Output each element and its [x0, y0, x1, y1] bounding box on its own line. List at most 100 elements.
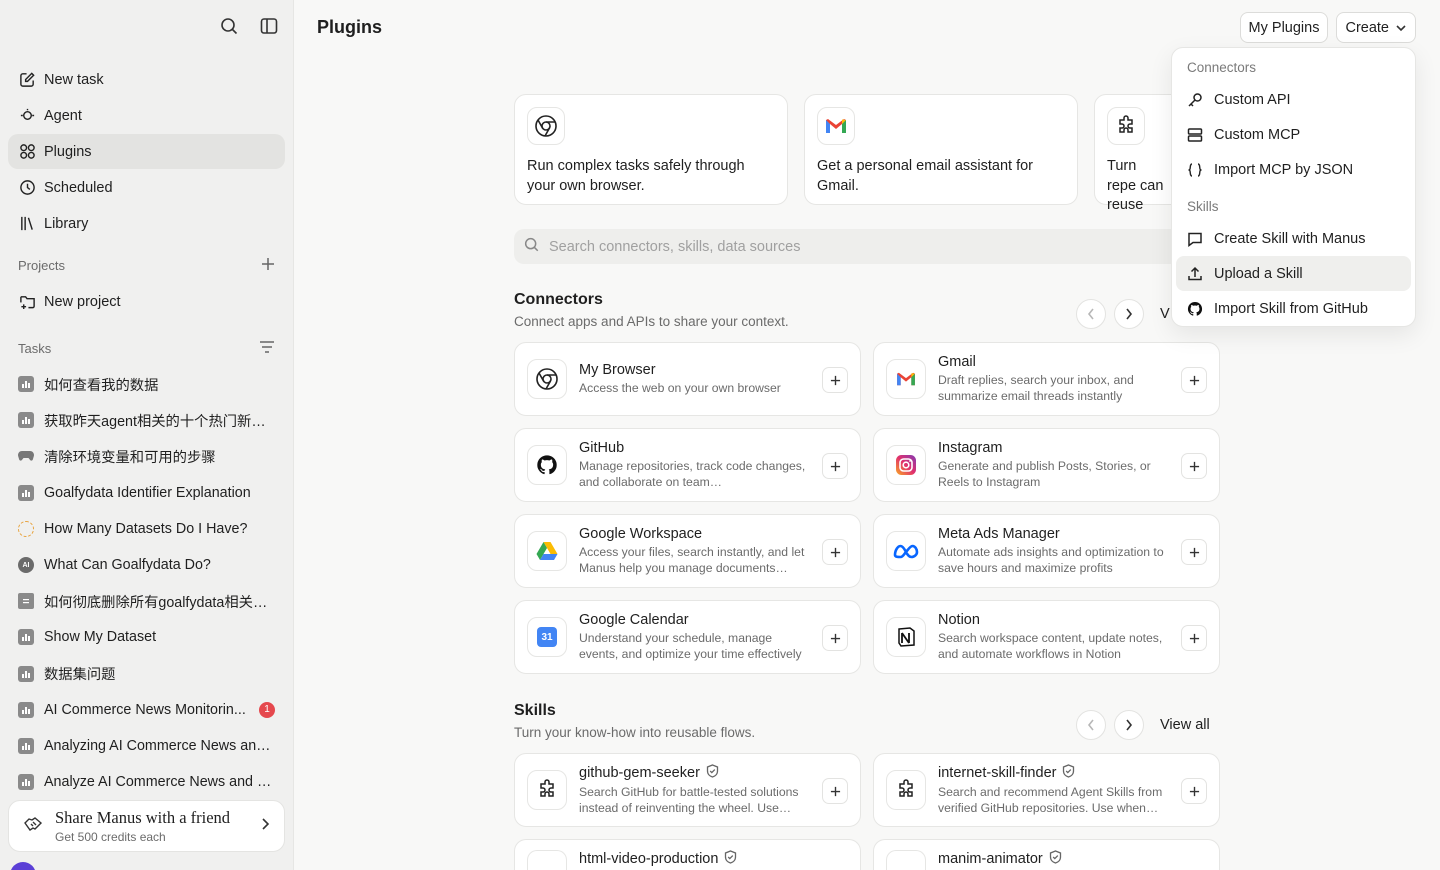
connector-name: Gmail	[938, 354, 976, 370]
create-button[interactable]: Create	[1336, 12, 1416, 43]
connector-name: Instagram	[938, 440, 1003, 456]
my-plugins-button[interactable]: My Plugins	[1239, 12, 1329, 43]
projects-header: Projects	[18, 257, 275, 274]
task-item[interactable]: How Many Datasets Do I Have?	[8, 511, 285, 547]
task-item[interactable]: 如何彻底删除所有goalfydata相关信息	[8, 583, 285, 619]
add-button[interactable]	[1181, 539, 1207, 565]
skill-card-github-gem-seeker[interactable]: github-gem-seeker Search GitHub for battl…	[514, 753, 861, 827]
menu-item-custom-api[interactable]: Custom API	[1176, 82, 1411, 117]
task-item[interactable]: Goalfydata Identifier Explanation	[8, 475, 285, 511]
share-title: Share Manus with a friend	[55, 808, 231, 827]
nav-plugins[interactable]: Plugins	[8, 134, 285, 169]
verified-icon	[1049, 850, 1062, 868]
connector-card-gmail[interactable]: Gmail Draft replies, search your inbox, a…	[873, 342, 1220, 416]
task-label: 清除环境变量和可用的步骤	[44, 449, 216, 466]
connector-name: Google Calendar	[579, 612, 689, 628]
add-button[interactable]	[822, 625, 848, 651]
menu-item-custom-mcp[interactable]: Custom MCP	[1176, 117, 1411, 152]
prev-button[interactable]	[1076, 710, 1106, 740]
connector-card-google-workspace[interactable]: Google Workspace Access your files, searc…	[514, 514, 861, 588]
connector-card-notion[interactable]: Notion Search workspace content, update n…	[873, 600, 1220, 674]
search-bar[interactable]	[514, 229, 1220, 264]
search-input[interactable]	[549, 238, 1149, 255]
task-item[interactable]: Analyzing AI Commerce News and ...	[8, 728, 285, 764]
nav-label: Scheduled	[44, 179, 113, 196]
task-item[interactable]: Analyze AI Commerce News and C...	[8, 764, 285, 800]
skill-name: manim-animator	[938, 851, 1043, 867]
connector-name: Google Workspace	[579, 526, 703, 542]
task-label: Analyze AI Commerce News and C...	[44, 774, 276, 791]
task-item[interactable]: 获取昨天agent相关的十个热门新闻...	[8, 402, 285, 438]
add-button[interactable]	[1181, 453, 1207, 479]
notion-icon	[886, 617, 926, 657]
task-item[interactable]: 如何查看我的数据	[8, 366, 285, 402]
nav-scheduled[interactable]: Scheduled	[8, 170, 285, 205]
menu-item-upload-skill[interactable]: Upload a Skill	[1176, 256, 1411, 291]
chart-icon	[18, 665, 34, 682]
task-label: Analyzing AI Commerce News and ...	[44, 737, 276, 754]
skills-grid: github-gem-seeker Search GitHub for battl…	[514, 753, 1220, 870]
task-item[interactable]: 清除环境变量和可用的步骤	[8, 438, 285, 474]
add-button[interactable]	[1181, 778, 1207, 804]
sidebar: New task Agent Plugins Scheduled Library…	[0, 0, 294, 870]
connectors-view-all[interactable]: V	[1160, 306, 1170, 322]
nav-label: New project	[44, 293, 121, 310]
connector-desc: Understand your schedule, manage events,…	[579, 631, 802, 661]
filter-icon[interactable]	[259, 340, 275, 357]
task-label: AI Commerce News Monitorin...	[44, 701, 246, 718]
menu-item-create-skill[interactable]: Create Skill with Manus	[1176, 221, 1411, 256]
skill-card-internet-skill-finder[interactable]: internet-skill-finder Search and recommen…	[873, 753, 1220, 827]
add-button[interactable]	[822, 778, 848, 804]
connector-card-google-calendar[interactable]: 31 Google Calendar Understand your schedu…	[514, 600, 861, 674]
connector-card-github[interactable]: GitHub Manage repositories, track code ch…	[514, 428, 861, 502]
add-project-icon[interactable]	[261, 257, 275, 274]
connector-card-instagram[interactable]: Instagram Generate and publish Posts, Sto…	[873, 428, 1220, 502]
task-label: 如何彻底删除所有goalfydata相关信息	[44, 594, 276, 611]
sidebar-toggle-icon[interactable]	[258, 15, 280, 37]
add-button[interactable]	[822, 367, 848, 393]
task-item[interactable]: AI Commerce News Monitorin... 1	[8, 692, 285, 728]
connector-desc: Automate ads insights and optimization t…	[938, 545, 1164, 575]
calendar-day: 31	[537, 627, 557, 647]
avatar[interactable]	[10, 862, 36, 870]
add-button[interactable]	[1181, 625, 1207, 651]
menu-item-import-github[interactable]: Import Skill from GitHub	[1176, 291, 1411, 326]
verified-icon	[1062, 764, 1075, 782]
share-card[interactable]: Share Manus with a friend Get 500 credit…	[8, 800, 285, 852]
task-item[interactable]: 数据集问题	[8, 656, 285, 692]
promo-card-gmail[interactable]: Get a personal email assistant for Gmail…	[804, 94, 1078, 205]
task-item[interactable]: Show My Dataset	[8, 619, 285, 655]
skill-card-manim-animator[interactable]: manim-animator	[873, 839, 1220, 870]
chart-icon	[18, 484, 34, 501]
puzzle-icon	[1107, 107, 1145, 145]
skill-card-html-video-production[interactable]: html-video-production	[514, 839, 861, 870]
task-item[interactable]: AI What Can Goalfydata Do?	[8, 547, 285, 583]
main-nav: New task Agent Plugins Scheduled Library	[8, 62, 285, 242]
prev-button[interactable]	[1076, 299, 1106, 329]
gmail-icon	[886, 359, 926, 399]
skills-view-all[interactable]: View all	[1160, 717, 1210, 733]
nav-label: New task	[44, 71, 104, 88]
top-actions: My Plugins Create	[1239, 12, 1416, 43]
add-button[interactable]	[822, 453, 848, 479]
gamepad-icon	[18, 448, 34, 464]
ai-icon: AI	[18, 557, 34, 574]
promo-card-browser[interactable]: Run complex tasks safely through your ow…	[514, 94, 788, 205]
search-icon[interactable]	[218, 15, 240, 37]
nav-new-project[interactable]: New project	[8, 284, 285, 319]
next-button[interactable]	[1114, 299, 1144, 329]
connector-card-my-browser[interactable]: My Browser Access the web on your own bro…	[514, 342, 861, 416]
nav-agent[interactable]: Agent	[8, 98, 285, 133]
connector-desc: Access the web on your own browser	[579, 381, 781, 395]
add-button[interactable]	[822, 539, 848, 565]
agent-icon	[18, 107, 36, 125]
nav-new-task[interactable]: New task	[8, 62, 285, 97]
nav-library[interactable]: Library	[8, 206, 285, 241]
connector-card-meta-ads[interactable]: Meta Ads Manager Automate ads insights an…	[873, 514, 1220, 588]
add-button[interactable]	[1181, 367, 1207, 393]
calendar-icon: 31	[527, 617, 567, 657]
connector-desc: Generate and publish Posts, Stories, or …	[938, 459, 1151, 489]
menu-item-import-mcp-json[interactable]: Import MCP by JSON	[1176, 152, 1411, 187]
next-button[interactable]	[1114, 710, 1144, 740]
page-title: Plugins	[317, 17, 383, 37]
